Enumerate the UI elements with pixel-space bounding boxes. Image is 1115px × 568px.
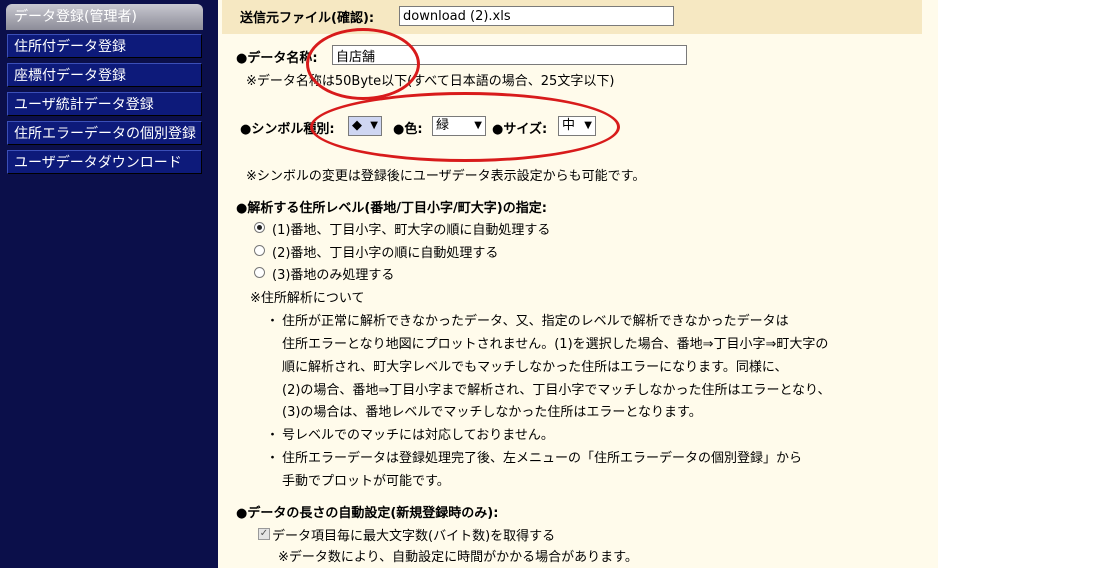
bullet-icon: ・ — [266, 451, 280, 466]
length-checkbox-label: データ項目毎に最大文字数(バイト数)を取得する — [272, 529, 556, 544]
bullet1-line: (2)の場合、番地⇒丁目小字まで解析され、丁目小字でマッチしなかった住所はエラー… — [282, 383, 831, 398]
sidebar-item-user-stats[interactable]: ユーザ統計データ登録 — [7, 92, 202, 116]
radio-level-1[interactable] — [254, 222, 265, 233]
bullet1-line: 住所エラーとなり地図にプロットされません。(1)を選択した場合、番地⇒丁目小字⇒… — [282, 337, 829, 352]
bullet3-line: 住所エラーデータは登録処理完了後、左メニューの「住所エラーデータの個別登録」から — [282, 451, 803, 466]
bullet-icon: ・ — [266, 314, 280, 329]
length-note: ※データ数により、自動設定に時間がかかる場合があります。 — [278, 550, 638, 565]
radio-level-1-label: (1)番地、丁目小字、町大字の順に自動処理する — [272, 223, 551, 238]
bullet2-text: 号レベルでのマッチには対応しておりません。 — [282, 428, 554, 443]
bullet1-line: (3)の場合は、番地レベルでマッチしなかった住所はエラーとなります。 — [282, 405, 702, 420]
radio-level-3[interactable] — [254, 267, 265, 278]
bullet1-line: 住所が正常に解析できなかったデータ、又、指定のレベルで解析できなかったデータは — [282, 314, 789, 329]
highlight-circle — [310, 92, 620, 162]
source-file-field[interactable] — [399, 6, 674, 26]
radio-level-2[interactable] — [254, 245, 265, 256]
radio-level-3-label: (3)番地のみ処理する — [272, 268, 395, 283]
bullet-icon: ・ — [266, 428, 280, 443]
sidebar-item-user-download[interactable]: ユーザデータダウンロード — [7, 150, 202, 174]
sidebar-header: データ登録(管理者) — [6, 4, 203, 30]
sidebar-item-address-error[interactable]: 住所エラーデータの個別登録 — [7, 121, 202, 145]
data-name-note: ※データ名称は50Byte以下(すべて日本語の場合、25文字以下) — [246, 74, 615, 89]
analysis-heading: ●解析する住所レベル(番地/丁目小字/町大字)の指定: — [236, 201, 547, 216]
symbol-note: ※シンボルの変更は登録後にユーザデータ表示設定からも可能です。 — [246, 169, 646, 184]
bullet3-line: 手動でプロットが可能です。 — [282, 474, 450, 489]
right-pane — [938, 0, 1115, 568]
bullet1-line: 順に解析され、町大字レベルでもマッチしなかった住所はエラーになります。同様に、 — [282, 360, 788, 375]
length-checkbox[interactable]: ✓ — [258, 528, 270, 540]
length-heading: ●データの長さの自動設定(新規登録時のみ): — [236, 506, 499, 521]
radio-level-2-label: (2)番地、丁目小字の順に自動処理する — [272, 246, 499, 261]
source-file-label: 送信元ファイル(確認): — [240, 11, 375, 26]
sidebar-item-coordinate-data[interactable]: 座標付データ登録 — [7, 63, 202, 87]
analysis-about: ※住所解析について — [250, 291, 365, 306]
highlight-circle — [306, 28, 420, 100]
sidebar: データ登録(管理者) 住所付データ登録 座標付データ登録 ユーザ統計データ登録 … — [0, 0, 218, 568]
sidebar-item-address-data[interactable]: 住所付データ登録 — [7, 34, 202, 58]
